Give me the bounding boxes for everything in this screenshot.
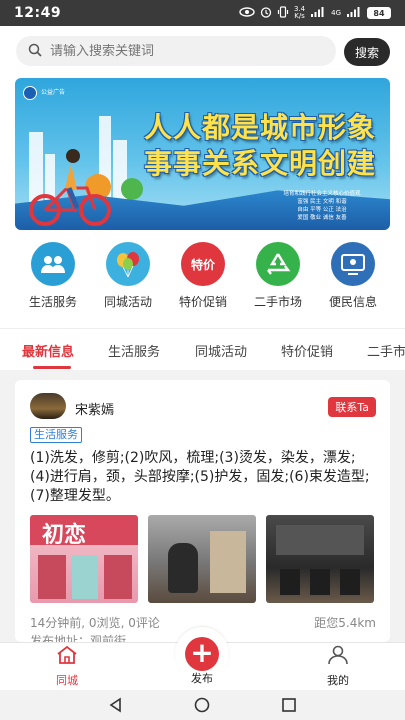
banner-logo-text: 公益广告 (41, 89, 66, 96)
signal-4g-label: 4G (331, 9, 341, 17)
photo-sign-text: 初恋 (42, 522, 87, 548)
avatar[interactable] (30, 393, 66, 419)
tree-shape (121, 178, 143, 200)
banner-title-line1: 人人都是城市形象 (143, 111, 376, 144)
recent-apps-icon[interactable] (281, 697, 297, 717)
balloon-icon (106, 242, 150, 286)
category-label: 同城活动 (103, 295, 152, 309)
tab-city-events[interactable]: 同城活动 (195, 341, 247, 360)
post-comments: 0评论 (128, 616, 160, 630)
post-card[interactable]: 宋紫嫣 联系Ta 生活服务 (1)洗发，修剪;(2)吹风，梳理;(3)烫发，染发… (15, 380, 390, 642)
category-grid: 生活服务 同城活动 特价 特价促销 二手市场 便民信息 (0, 230, 405, 328)
publish-label: 发布 (191, 672, 213, 685)
post-category-tag: 生活服务 (30, 427, 82, 443)
category-label: 二手市场 (253, 295, 302, 309)
signal-icon (310, 6, 326, 20)
category-special-sale[interactable]: 特价 特价促销 (168, 242, 238, 310)
nav-home[interactable]: 同城 (37, 645, 97, 688)
home-icon (56, 645, 78, 668)
banner-footer-values-3: 爱国 敬业 诚信 友善 (297, 215, 347, 221)
category-convenience-info[interactable]: 便民信息 (318, 242, 388, 310)
alarm-icon (260, 6, 272, 21)
search-icon (28, 42, 42, 61)
post-body: (1)洗发，修剪;(2)吹风，梳理;(3)烫发，染发，漂发;(4)进行肩，颈，头… (30, 450, 370, 504)
post-username[interactable]: 宋紫嫣 (75, 399, 114, 418)
contact-button[interactable]: 联系Ta (328, 397, 376, 417)
tab-latest[interactable]: 最新信息 (22, 341, 74, 360)
back-icon[interactable] (108, 697, 124, 717)
signal-icon-2 (346, 6, 362, 20)
tab-life-service[interactable]: 生活服务 (108, 341, 160, 360)
post-photo-2[interactable] (148, 515, 256, 603)
post-address: 发布地址：观前街 (30, 634, 127, 642)
category-city-events[interactable]: 同城活动 (93, 242, 163, 310)
status-bar: 12:49 3.4 K/s 4G 84 (0, 0, 405, 26)
nav-profile[interactable]: 我的 (308, 645, 368, 688)
category-label: 生活服务 (28, 295, 77, 309)
tab-bar: 最新信息 生活服务 同城活动 特价促销 二手市 (0, 328, 405, 370)
nav-home-label: 同城 (56, 674, 78, 687)
post-distance: 距您5.4km (314, 616, 376, 630)
life-service-icon (31, 242, 75, 286)
search-box[interactable] (16, 36, 336, 66)
status-icons: 3.4 K/s 4G 84 (239, 6, 391, 21)
banner-footer-values-1: 富强 民主 文明 和谐 (297, 199, 347, 205)
category-label: 便民信息 (328, 295, 377, 309)
post-photo-3[interactable] (266, 515, 374, 603)
category-second-hand[interactable]: 二手市场 (243, 242, 313, 310)
battery-icon: 84 (367, 7, 391, 19)
status-time: 12:49 (14, 5, 62, 21)
banner-logo: 公益广告 (23, 86, 65, 100)
sale-tag-icon: 特价 (181, 242, 225, 286)
banner-title-line2: 事事关系文明创建 (143, 147, 376, 180)
post-views: 0浏览 (88, 616, 121, 630)
search-button[interactable]: 搜索 (344, 38, 390, 66)
bottom-nav: 同城 + 发布 我的 (0, 627, 405, 690)
vibrate-icon (277, 5, 289, 21)
banner-section: 公益广告 人人都是城市形象 事事关系文明创建 培育和践行社会主义核心价值观 富强… (0, 78, 405, 230)
cyclist-illustration-icon (25, 148, 115, 230)
home-circle-icon[interactable] (194, 697, 210, 717)
network-speed: 3.4 K/s (293, 5, 306, 20)
nav-profile-label: 我的 (327, 674, 349, 687)
eye-icon (239, 6, 255, 20)
search-area: 搜索 (0, 26, 405, 78)
system-navigation-bar (0, 690, 405, 720)
tab-second-hand[interactable]: 二手市 (367, 341, 405, 360)
user-icon (327, 645, 349, 668)
plus-icon: + (185, 637, 219, 671)
post-photo-1[interactable]: 初恋 (30, 515, 138, 603)
banner-footer-title: 培育和践行社会主义核心价值观 (283, 191, 361, 197)
public-ad-logo-icon (23, 86, 37, 100)
banner-footer: 培育和践行社会主义核心价值观 富强 民主 文明 和谐 自由 平等 公正 法治 爱… (262, 190, 382, 222)
info-board-icon (331, 242, 375, 286)
banner-footer-values-2: 自由 平等 公正 法治 (297, 207, 347, 213)
search-input[interactable] (50, 43, 310, 59)
post-meta: 14分钟前, 0浏览, 0评论 (30, 616, 160, 630)
tab-special-sale[interactable]: 特价促销 (281, 341, 333, 360)
tab-active-indicator (33, 366, 71, 369)
banner-ad[interactable]: 公益广告 人人都是城市形象 事事关系文明创建 培育和践行社会主义核心价值观 富强… (15, 78, 390, 230)
category-life-service[interactable]: 生活服务 (18, 242, 88, 310)
recycle-icon (256, 242, 300, 286)
category-label: 特价促销 (178, 295, 227, 309)
post-time: 14分钟前 (30, 616, 82, 630)
